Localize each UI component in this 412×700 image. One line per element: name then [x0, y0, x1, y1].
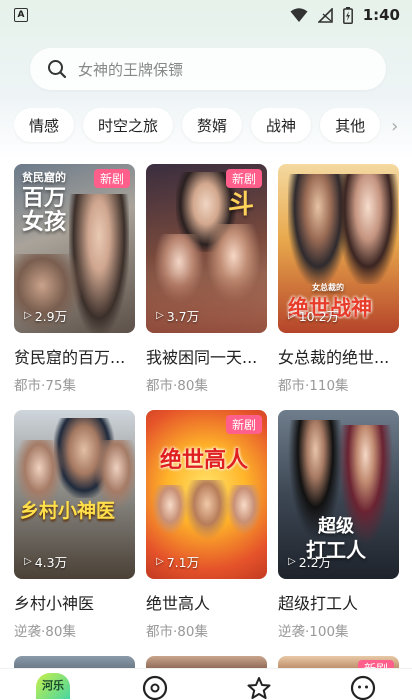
search-placeholder: 女神的王牌保镖	[78, 60, 184, 79]
drama-poster[interactable]: 贫民窟的 百万 女孩 新剧 ▷ 2.9万	[14, 164, 135, 333]
drama-meta: 都市·80集	[146, 378, 208, 394]
new-badge: 新剧	[225, 169, 262, 188]
new-badge: 新剧	[93, 169, 130, 188]
play-icon: ▷	[288, 556, 296, 567]
view-count: ▷ 10.2万	[288, 309, 340, 324]
drama-card[interactable]: 超级 打工人 ▷ 2.2万 超级打工人 逆袭·100集	[278, 410, 399, 640]
drama-meta: 都市·75集	[14, 378, 76, 394]
battery-icon	[342, 6, 353, 24]
play-icon: ▷	[156, 556, 164, 567]
tag-zhanshen[interactable]: 战神	[251, 108, 312, 142]
compass-icon[interactable]	[142, 675, 168, 700]
signal-off-icon	[317, 7, 333, 23]
drama-meta: 都市·110集	[278, 378, 349, 394]
search-icon	[48, 60, 67, 79]
drama-meta: 都市·80集	[146, 624, 208, 640]
drama-title[interactable]: 乡村小神医	[14, 590, 135, 614]
drama-poster[interactable]: 斗 新剧 ▷ 3.7万	[146, 164, 267, 333]
drama-poster[interactable]: 超级 打工人 ▷ 2.2万	[278, 410, 399, 579]
drama-title[interactable]: 我被困同一天...	[146, 344, 267, 368]
play-icon: ▷	[24, 556, 32, 567]
profile-icon[interactable]	[350, 675, 376, 700]
view-count: ▷ 4.3万	[24, 555, 68, 570]
play-icon: ▷	[24, 310, 32, 321]
view-count: ▷ 2.9万	[24, 309, 68, 324]
drama-title[interactable]: 贫民窟的百万...	[14, 344, 135, 368]
bottom-navigation: 河乐	[0, 668, 412, 700]
tag-shikongzhilv[interactable]: 时空之旅	[83, 108, 174, 142]
search-bar[interactable]: 女神的王牌保镖	[30, 48, 386, 90]
view-count: ▷ 3.7万	[156, 309, 200, 324]
category-tags: 情感 时空之旅 赘婿 战神 其他 ›	[14, 108, 412, 144]
star-icon[interactable]	[246, 675, 272, 700]
tag-qita[interactable]: 其他	[320, 108, 381, 142]
drama-meta: 逆袭·100集	[278, 624, 349, 640]
drama-poster[interactable]: 乡村小神医 ▷ 4.3万	[14, 410, 135, 579]
app-notification-icon: A	[14, 8, 28, 22]
nav-home-logo[interactable]: 河乐	[36, 673, 70, 699]
view-count: ▷ 7.1万	[156, 555, 200, 570]
drama-card[interactable]: 乡村小神医 ▷ 4.3万 乡村小神医 逆袭·80集	[14, 410, 135, 640]
drama-title[interactable]: 超级打工人	[278, 590, 399, 614]
drama-title[interactable]: 绝世高人	[146, 590, 267, 614]
new-badge: 新剧	[225, 415, 262, 434]
drama-poster[interactable]: 绝世高人 新剧 ▷ 7.1万	[146, 410, 267, 579]
drama-card[interactable]: 女总裁的 绝世战神 ▷ 10.2万 女总裁的绝世... 都市·110集	[278, 164, 399, 394]
drama-card[interactable]: 贫民窟的 百万 女孩 新剧 ▷ 2.9万 贫民窟的百万... 都市·75集	[14, 164, 135, 394]
drama-title[interactable]: 女总裁的绝世...	[278, 344, 399, 368]
drama-poster[interactable]: 女总裁的 绝世战神 ▷ 10.2万	[278, 164, 399, 333]
view-count: ▷ 2.2万	[288, 555, 332, 570]
chevron-right-icon[interactable]: ›	[389, 108, 398, 144]
tag-qinggan[interactable]: 情感	[14, 108, 75, 142]
wifi-icon	[290, 7, 308, 22]
clock: 1:40	[362, 6, 400, 24]
drama-meta: 逆袭·80集	[14, 624, 76, 640]
play-icon: ▷	[156, 310, 164, 321]
play-icon: ▷	[288, 310, 296, 321]
status-bar: A 1:40	[0, 0, 412, 30]
drama-card[interactable]: 绝世高人 新剧 ▷ 7.1万 绝世高人 都市·80集	[146, 410, 267, 640]
drama-card[interactable]: 斗 新剧 ▷ 3.7万 我被困同一天... 都市·80集	[146, 164, 267, 394]
tag-zhuixu[interactable]: 赘婿	[182, 108, 243, 142]
